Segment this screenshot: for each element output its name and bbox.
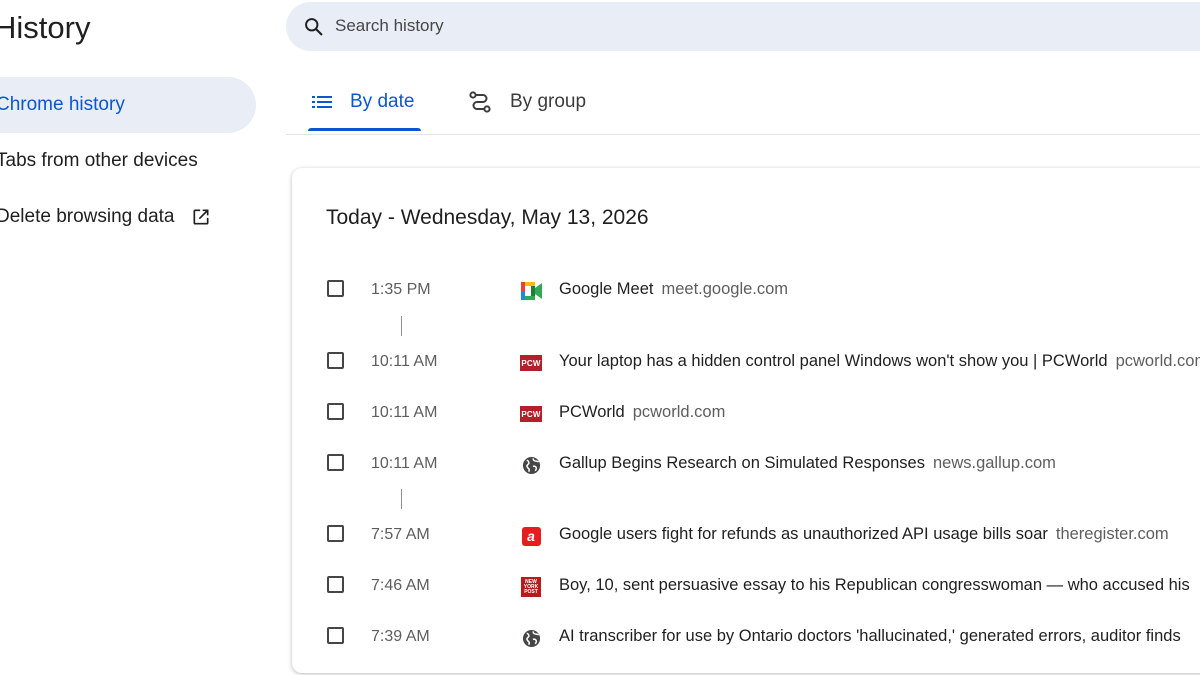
row-checkbox[interactable] xyxy=(327,403,344,420)
history-row: 7:46 AM NEW YORK POST Boy, 10, sent persua… xyxy=(292,566,1200,606)
the-register-icon: a xyxy=(520,525,542,547)
visit-time: 7:39 AM xyxy=(371,628,430,645)
entry-title: Gallup Begins Research on Simulated Resp… xyxy=(559,454,925,472)
entry-domain: pcworld.com xyxy=(1115,352,1200,370)
entry-domain: news.gallup.com xyxy=(932,454,1056,472)
entry-title: Your laptop has a hidden control panel W… xyxy=(559,352,1108,370)
history-entry-link[interactable]: Google Meet meet.google.com xyxy=(559,280,788,299)
history-entry-link[interactable]: AI transcriber for use by Ontario doctor… xyxy=(559,627,1181,646)
history-row: 7:39 AM AI transcriber for use by Ontari… xyxy=(292,617,1200,657)
history-entry-link[interactable]: Gallup Begins Research on Simulated Resp… xyxy=(559,454,1056,473)
view-tabs: By date By group xyxy=(286,70,1200,135)
globe-icon xyxy=(520,627,542,649)
search-input[interactable] xyxy=(333,15,1037,37)
entry-domain: meet.google.com xyxy=(661,280,789,298)
entry-title: Google users fight for refunds as unauth… xyxy=(559,525,1048,543)
entry-title: AI transcriber for use by Ontario doctor… xyxy=(559,627,1181,645)
row-checkbox[interactable] xyxy=(327,454,344,471)
pcworld-icon: PCW xyxy=(520,352,542,374)
search-bar xyxy=(286,2,1200,51)
sidebar: Chrome history Tabs from other devices D… xyxy=(0,77,256,245)
history-entry-link[interactable]: Your laptop has a hidden control panel W… xyxy=(559,352,1200,371)
sidebar-item-label: Delete browsing data xyxy=(0,206,175,227)
visit-time: 7:46 AM xyxy=(371,577,430,594)
tab-by-group[interactable]: By group xyxy=(468,70,586,134)
pcworld-icon: PCW xyxy=(520,403,542,425)
search-icon[interactable] xyxy=(303,16,324,42)
history-card: Today - Wednesday, May 13, 2026 1:35 PM … xyxy=(292,168,1200,673)
entry-title: Boy, 10, sent persuasive essay to his Re… xyxy=(559,576,1190,594)
route-icon xyxy=(468,90,492,114)
visit-time: 10:11 AM xyxy=(371,353,438,370)
history-row: 1:35 PM Google Meet meet.google.com xyxy=(292,270,1200,310)
sidebar-item-label: Chrome history xyxy=(0,94,125,115)
history-row: 10:11 AM PCW Your laptop has a hidden co… xyxy=(292,342,1200,382)
visit-time: 7:57 AM xyxy=(371,526,430,543)
entry-title: PCWorld xyxy=(559,403,625,421)
sidebar-item-chrome-history[interactable]: Chrome history xyxy=(0,77,256,133)
history-entry-link[interactable]: PCWorld pcworld.com xyxy=(559,403,725,422)
open-in-new-icon xyxy=(191,207,211,227)
row-checkbox[interactable] xyxy=(327,627,344,644)
history-entry-link[interactable]: Google users fight for refunds as unauth… xyxy=(559,525,1169,544)
history-row: 10:11 AM PCW PCWorld pcworld.com xyxy=(292,393,1200,433)
google-meet-icon xyxy=(520,280,542,302)
visit-time: 1:35 PM xyxy=(371,281,431,298)
entry-domain: pcworld.com xyxy=(632,403,726,421)
entry-title: Google Meet xyxy=(559,280,654,298)
entry-domain: theregister.com xyxy=(1055,525,1169,543)
history-row: 10:11 AM Gallup Begins Research on Simul… xyxy=(292,444,1200,484)
tab-label: By group xyxy=(510,91,587,112)
date-heading: Today - Wednesday, May 13, 2026 xyxy=(326,206,649,229)
globe-icon xyxy=(520,454,542,476)
list-icon xyxy=(312,95,332,109)
row-checkbox[interactable] xyxy=(327,280,344,297)
sidebar-item-label: Tabs from other devices xyxy=(0,150,198,171)
sidebar-item-delete-browsing-data[interactable]: Delete browsing data xyxy=(0,189,256,245)
new-york-post-icon: NEW YORK POST xyxy=(520,576,542,598)
tab-label: By date xyxy=(350,91,415,112)
history-row: 7:57 AM a Google users fight for refunds… xyxy=(292,515,1200,555)
tab-by-date[interactable]: By date xyxy=(312,70,414,134)
history-entry-link[interactable]: Boy, 10, sent persuasive essay to his Re… xyxy=(559,576,1190,595)
row-checkbox[interactable] xyxy=(327,576,344,593)
visit-time: 10:11 AM xyxy=(371,404,438,421)
time-gap-divider xyxy=(401,316,402,336)
visit-time: 10:11 AM xyxy=(371,455,438,472)
page-title: History xyxy=(0,10,91,45)
row-checkbox[interactable] xyxy=(327,525,344,542)
row-checkbox[interactable] xyxy=(327,352,344,369)
time-gap-divider xyxy=(401,489,402,509)
sidebar-item-tabs-from-other-devices[interactable]: Tabs from other devices xyxy=(0,133,256,189)
active-tab-indicator xyxy=(308,128,421,131)
